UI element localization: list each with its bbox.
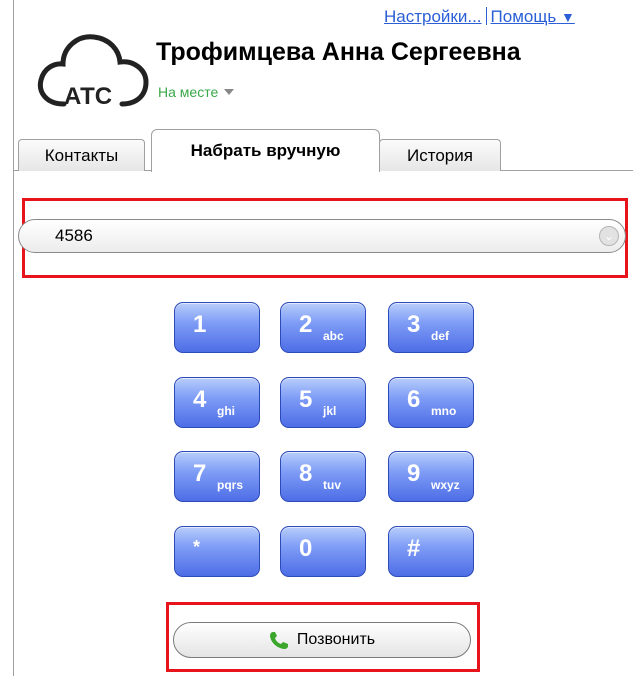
call-button[interactable]: Позвонить	[173, 622, 471, 658]
key-letters: jkl	[323, 404, 337, 418]
key-digit: 6	[407, 386, 421, 413]
key-digit: 5	[299, 386, 313, 413]
key-letters: ghi	[217, 404, 235, 418]
key-digit: 4	[193, 386, 207, 413]
key-letters: pqrs	[217, 478, 244, 492]
dial-input-wrapper: ⌄	[18, 219, 626, 253]
status-label: На месте	[158, 84, 219, 100]
help-link-label: Помощь	[490, 7, 557, 26]
key-digit: 0	[299, 535, 313, 562]
key-0[interactable]: 0	[280, 526, 366, 577]
tab-history-label: История	[407, 145, 473, 165]
dial-dropdown-icon[interactable]: ⌄	[599, 226, 619, 246]
key-digit: *	[193, 537, 201, 557]
key-digit: 8	[299, 460, 313, 487]
key-7[interactable]: 7 pqrs	[174, 451, 260, 502]
cloud-logo: АТС	[37, 34, 149, 108]
key-9[interactable]: 9 wxyz	[388, 451, 474, 502]
tab-contacts-label: Контакты	[44, 145, 119, 165]
key-5[interactable]: 5 jkl	[280, 377, 366, 428]
dial-number-input[interactable]	[55, 220, 595, 252]
key-letters: def	[431, 329, 449, 343]
key-letters: wxyz	[431, 478, 460, 492]
key-letters: mno	[431, 404, 457, 418]
logo-text: АТС	[64, 83, 112, 108]
key-3[interactable]: 3 def	[388, 302, 474, 353]
tab-manual-dial-label: Набрать вручную	[190, 141, 341, 160]
settings-link[interactable]: Настройки...	[384, 7, 482, 26]
key-4[interactable]: 4 ghi	[174, 377, 260, 428]
top-links: Настройки... Помощь ▼	[384, 7, 575, 27]
phone-icon	[269, 630, 291, 650]
key-digit: 7	[193, 460, 207, 487]
tab-history[interactable]: История	[379, 139, 501, 171]
key-digit: 9	[407, 460, 421, 487]
key-letters: abc	[323, 329, 344, 343]
left-border	[13, 0, 14, 676]
key-2[interactable]: 2 abc	[280, 302, 366, 353]
key-1[interactable]: 1	[174, 302, 260, 353]
help-caret-icon: ▼	[560, 9, 575, 25]
key-hash[interactable]: #	[388, 526, 474, 577]
key-star[interactable]: *	[174, 526, 260, 577]
key-digit: 3	[407, 311, 421, 338]
help-link[interactable]: Помощь ▼	[491, 7, 575, 26]
key-6[interactable]: 6 mno	[388, 377, 474, 428]
status-caret-icon	[224, 89, 235, 95]
tab-bar: Контакты Набрать вручную История	[13, 128, 633, 172]
key-8[interactable]: 8 tuv	[280, 451, 366, 502]
link-separator	[485, 7, 487, 25]
tab-manual-dial[interactable]: Набрать вручную	[151, 129, 380, 172]
status-dropdown[interactable]: На месте	[158, 84, 235, 100]
user-name: Трофимцева Анна Сергеевна	[156, 38, 521, 66]
key-digit: 1	[193, 311, 207, 338]
key-digit: #	[407, 535, 421, 562]
key-letters: tuv	[323, 478, 341, 492]
tab-contacts[interactable]: Контакты	[18, 139, 145, 171]
call-button-label: Позвонить	[296, 631, 376, 648]
key-digit: 2	[299, 311, 313, 338]
